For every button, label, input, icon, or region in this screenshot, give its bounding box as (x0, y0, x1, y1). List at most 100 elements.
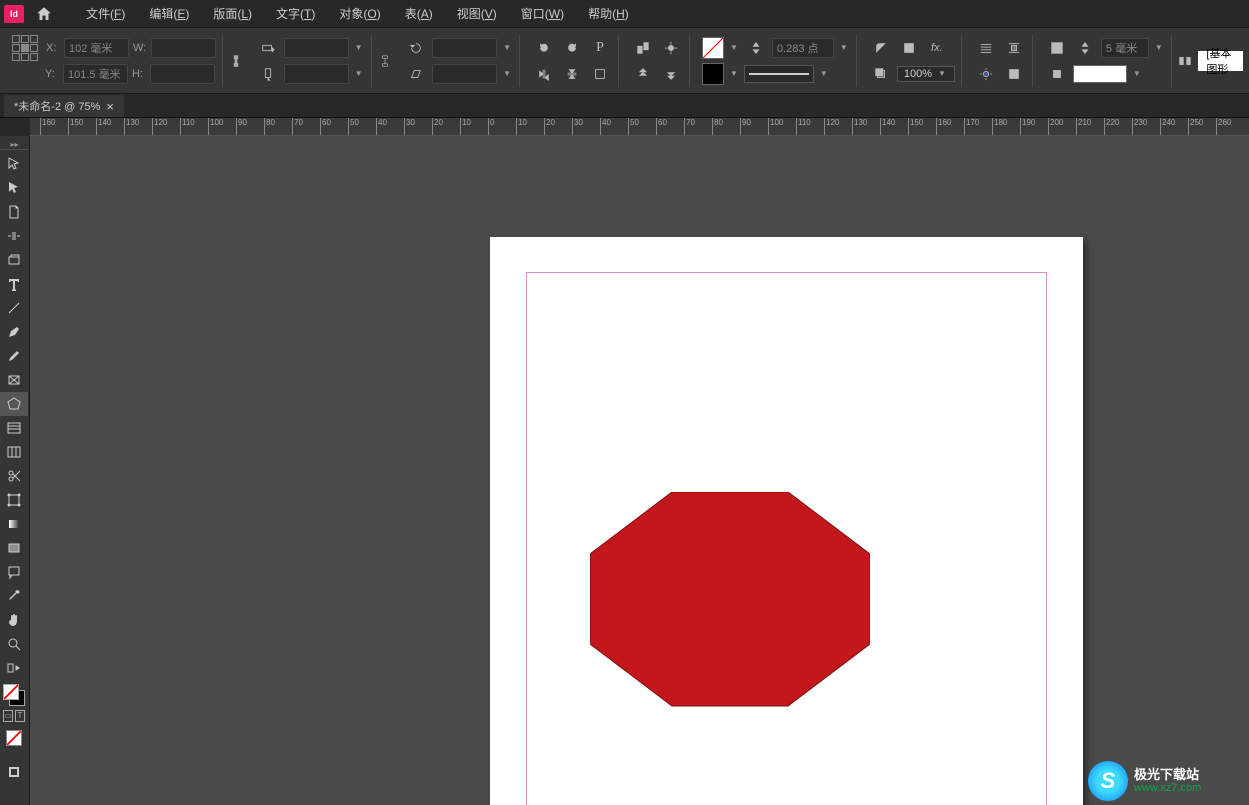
toggle-tools-icon[interactable] (0, 656, 28, 680)
select-content-icon[interactable] (659, 37, 683, 59)
pen-tool[interactable] (0, 320, 28, 344)
dropdown-icon[interactable]: ▼ (1131, 69, 1143, 78)
scale-x-icon[interactable] (256, 37, 280, 59)
reference-point-grid[interactable] (12, 35, 38, 61)
drop-shadow-icon[interactable] (869, 63, 893, 85)
tab-title: *未命名-2 @ 75% (14, 98, 100, 114)
dropdown-icon[interactable]: ▼ (818, 69, 830, 78)
stroke-weight-input[interactable] (772, 38, 834, 58)
dropdown-icon[interactable]: ▼ (838, 43, 850, 52)
horizontal-grid-tool[interactable] (0, 416, 28, 440)
menu-layout[interactable]: 版面(L) (201, 0, 264, 28)
octagon-shape[interactable] (590, 492, 870, 707)
stroke-swatch[interactable] (702, 63, 724, 85)
dropdown-icon[interactable]: ▼ (728, 43, 740, 52)
gap-tool[interactable] (0, 224, 28, 248)
menu-window[interactable]: 窗口(W) (509, 0, 576, 28)
constrain-proportions-icon[interactable] (229, 50, 244, 72)
fill-stroke-swatch[interactable] (3, 684, 25, 706)
scale-y-icon[interactable] (256, 63, 280, 85)
mode-label[interactable]: [基本图形 (1198, 51, 1243, 71)
format-container-text[interactable]: ▭T (0, 710, 29, 722)
page-tool[interactable] (0, 200, 28, 224)
quick-apply-icon[interactable] (1002, 63, 1026, 85)
rotate-cw-icon[interactable] (560, 37, 584, 59)
select-prev-icon[interactable] (631, 63, 655, 85)
polygon-tool[interactable] (0, 392, 28, 416)
menu-type[interactable]: 文字(T) (264, 0, 327, 28)
direct-selection-tool[interactable] (0, 176, 28, 200)
content-collector-tool[interactable] (0, 248, 28, 272)
fit-frame-icon[interactable] (1045, 37, 1069, 59)
link-scale-icon[interactable] (378, 50, 393, 72)
eyedropper-tool[interactable] (0, 584, 28, 608)
gap-input[interactable] (1101, 38, 1149, 58)
text-wrap-none-icon[interactable] (974, 37, 998, 59)
type-tool[interactable] (0, 272, 28, 296)
corner-options-icon[interactable] (869, 37, 893, 59)
opacity-input[interactable]: 100%▼ (897, 66, 955, 82)
menu-edit[interactable]: 编辑(E) (137, 0, 201, 28)
x-input[interactable] (64, 38, 129, 58)
h-input[interactable] (150, 64, 215, 84)
select-next-icon[interactable] (659, 63, 683, 85)
w-input[interactable] (151, 38, 216, 58)
dropdown-icon[interactable]: ▼ (353, 43, 365, 52)
gradient-feather-tool[interactable] (0, 536, 28, 560)
note-tool[interactable] (0, 560, 28, 584)
rectangle-frame-tool[interactable] (0, 368, 28, 392)
fill-swatch[interactable] (702, 37, 724, 59)
fit-content-icon[interactable] (1045, 63, 1069, 85)
rotate-input[interactable] (432, 38, 497, 58)
horizontal-ruler[interactable]: 1701601501401301201101009080706050403020… (30, 118, 1249, 136)
menu-object[interactable]: 对象(O) (327, 0, 392, 28)
canvas[interactable]: 极光下载站 www.xz7.com (30, 136, 1249, 805)
shear-input[interactable] (432, 64, 497, 84)
close-icon[interactable]: × (106, 99, 114, 114)
style-swatch[interactable] (1073, 65, 1127, 83)
paragraph-icon[interactable]: P (588, 37, 612, 59)
dropdown-icon[interactable]: ▼ (1153, 43, 1165, 52)
scale-x-input[interactable] (284, 38, 349, 58)
transparency-icon[interactable] (897, 37, 921, 59)
menu-help[interactable]: 帮助(H) (576, 0, 641, 28)
view-mode-icon[interactable] (0, 760, 28, 784)
scale-y-input[interactable] (284, 64, 349, 84)
pencil-tool[interactable] (0, 344, 28, 368)
free-transform-tool[interactable] (0, 488, 28, 512)
text-wrap-bound-icon[interactable] (1002, 37, 1026, 59)
dropdown-icon[interactable]: ▼ (353, 69, 365, 78)
fx-sun-icon[interactable] (974, 63, 998, 85)
dropdown-icon[interactable]: ▼ (501, 43, 513, 52)
line-tool[interactable] (0, 296, 28, 320)
gap-stepper[interactable] (1073, 37, 1097, 59)
effects-icon[interactable]: fx. (925, 37, 949, 59)
collapse-icon[interactable]: ▸▸ (0, 140, 29, 150)
selection-tool[interactable] (0, 152, 28, 176)
rotate-icon[interactable] (404, 37, 428, 59)
gradient-swatch-tool[interactable] (0, 512, 28, 536)
dropdown-icon[interactable]: ▼ (728, 69, 740, 78)
dropdown-icon[interactable]: ▼ (501, 69, 513, 78)
rotate-ccw-icon[interactable] (532, 37, 556, 59)
align-panel-icon[interactable] (1178, 50, 1193, 72)
zoom-tool[interactable] (0, 632, 28, 656)
watermark-icon (1088, 761, 1128, 801)
flip-h-icon[interactable] (532, 63, 556, 85)
shear-icon[interactable] (404, 63, 428, 85)
stroke-style-select[interactable] (744, 65, 814, 83)
scissors-tool[interactable] (0, 464, 28, 488)
select-container-icon[interactable] (631, 37, 655, 59)
apply-none-icon[interactable] (0, 726, 28, 750)
clear-transform-icon[interactable] (588, 63, 612, 85)
menu-table[interactable]: 表(A) (393, 0, 445, 28)
stroke-weight-stepper[interactable] (744, 37, 768, 59)
flip-v-icon[interactable] (560, 63, 584, 85)
y-input[interactable] (63, 64, 128, 84)
home-button[interactable] (32, 2, 56, 26)
vertical-grid-tool[interactable] (0, 440, 28, 464)
menu-view[interactable]: 视图(V) (445, 0, 509, 28)
document-tab[interactable]: *未命名-2 @ 75% × (4, 95, 124, 117)
hand-tool[interactable] (0, 608, 28, 632)
menu-file[interactable]: 文件(F) (74, 0, 137, 28)
